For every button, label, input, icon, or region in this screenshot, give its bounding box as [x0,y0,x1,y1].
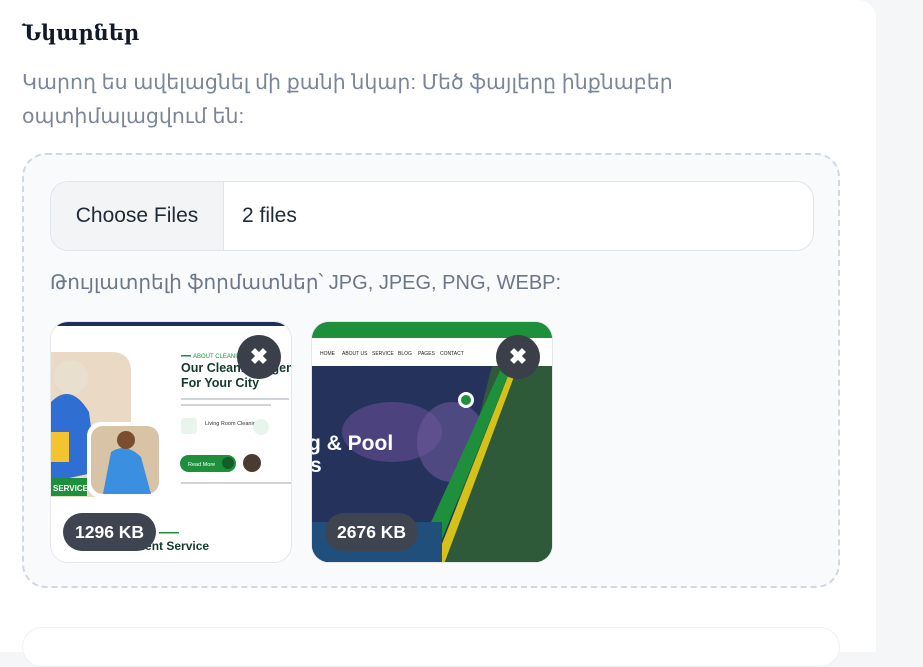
service-tag: SERVICE [53,484,89,493]
section-title: Նկարներ [22,20,140,45]
file-size-badge: 2676 KB [325,513,419,551]
hero-heading-2: s [312,454,322,477]
file-size-badge: 1296 KB [63,513,157,551]
nav-pages: PAGES [418,351,436,357]
remove-image-button[interactable]: ✖ [496,335,540,379]
choose-files-button[interactable]: Choose Files [51,182,224,250]
remove-image-button[interactable]: ✖ [237,335,281,379]
nav-blog: BLOG [398,351,412,357]
next-section-card [22,627,840,667]
images-panel: Նկարներ Կարող ես ավելացնել մի քանի նկար:… [0,0,876,667]
file-input[interactable]: Choose Files 2 files [50,181,814,251]
section-description: Կարող ես ավելացնել մի քանի նկար: Մեծ ֆայ… [22,71,673,128]
image-preview: SERVICE ABOUT CLEANING Our Cleaning Agen… [50,321,292,563]
read-more-text: Read More [188,462,215,468]
allowed-formats-note: Թույլատրելի ֆորմատներ՝ JPG, JPEG, PNG, W… [50,272,562,294]
nav-service: SERVICE [372,351,395,357]
nav-contact: CONTACT [440,351,464,357]
hero-heading-1: g & Pool [312,432,393,455]
nav-about: ABOUT US [342,351,368,357]
image-preview: HOME ABOUT US SERVICE BLOG PAGES CONTACT… [311,321,553,563]
hero-heading-2: For Your City [181,376,259,390]
feature-text: Living Room Cleaning [205,421,259,427]
nav-home: HOME [320,351,336,357]
file-count: 2 files [242,204,297,227]
